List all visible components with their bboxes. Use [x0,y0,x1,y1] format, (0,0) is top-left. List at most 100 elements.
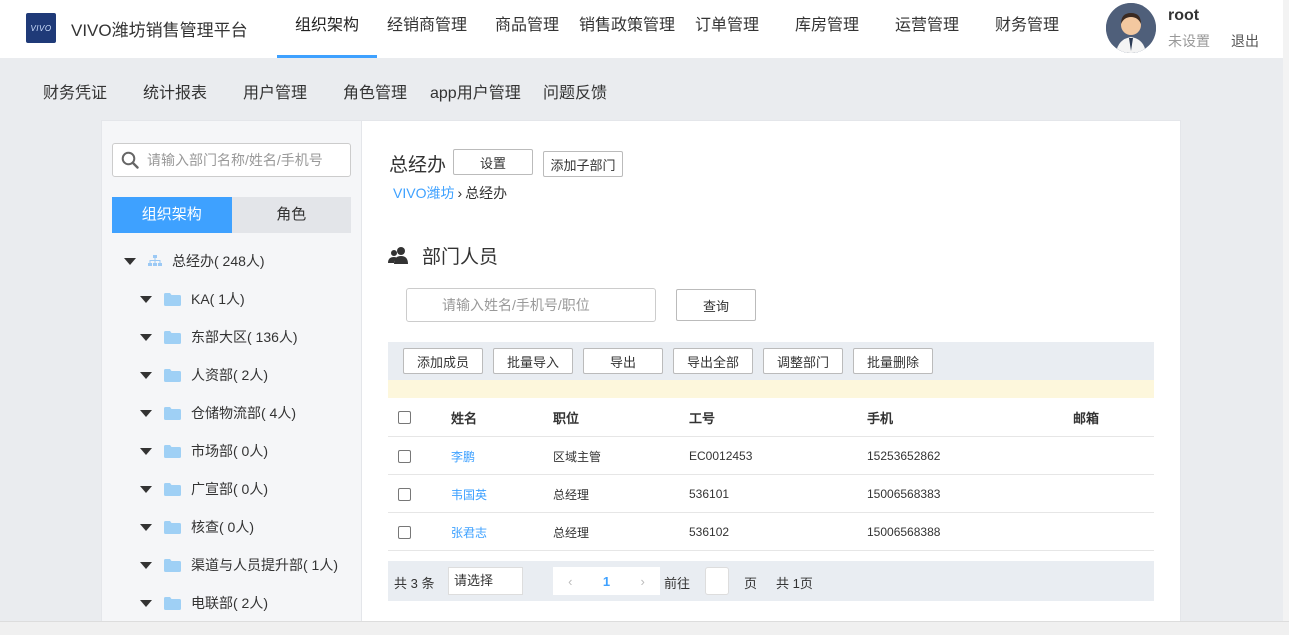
app-title: VIVO潍坊销售管理平台 [71,21,248,40]
org-chart-icon [148,255,162,266]
tree-node-label: 总经办( 248人) [172,253,265,269]
tree-node-label: 市场部( 0人) [191,443,268,459]
nav-finance[interactable]: 财务管理 [977,0,1077,58]
col-position: 职位 [553,411,580,426]
subnav-user[interactable]: 用户管理 [243,79,307,103]
logout-link[interactable]: 退出 [1231,31,1259,51]
app-logo[interactable]: VIVO [26,13,56,43]
caret-down-icon[interactable] [140,599,152,607]
tree-node-label: 人资部( 2人) [191,367,268,383]
subnav-feedback[interactable]: 问题反馈 [543,79,607,103]
dept-title: 总经办 [389,155,447,176]
add-member-button[interactable]: 添加成员 [403,348,483,374]
tree-node-label: 电联部( 2人) [191,595,268,611]
tree-node[interactable]: 电联部( 2人) [140,591,268,615]
col-phone: 手机 [867,411,894,426]
breadcrumb-root[interactable]: VIVO潍坊 [393,185,454,201]
row-name-cell: 李鹏 [451,437,475,475]
page-unit-label: 页 [744,576,758,591]
row-position: 区域主管 [553,449,602,464]
page-count: 共 1页 [776,576,813,591]
nav-dealer[interactable]: 经销商管理 [377,0,477,58]
goto-page-input[interactable] [705,567,729,595]
tab-role[interactable]: 角色 [232,197,352,233]
page-size-select[interactable]: 请选择 [448,567,523,595]
user-status: 未设置 [1168,33,1210,49]
sub-nav: 财务凭证 统计报表 用户管理 角色管理 app用户管理 问题反馈 [0,58,1289,120]
tree-node[interactable]: 人资部( 2人) [140,363,268,387]
horizontal-scrollbar[interactable] [0,621,1289,635]
nav-product[interactable]: 商品管理 [477,0,577,58]
member-name-link[interactable]: 张君志 [451,524,487,541]
tree-node[interactable]: 仓储物流部( 4人) [140,401,296,425]
breadcrumb-current: 总经办 [465,185,508,201]
vertical-scrollbar[interactable] [1283,0,1289,621]
notice-bar [388,380,1154,398]
export-all-button[interactable]: 导出全部 [673,348,753,374]
goto-label: 前往 [664,576,691,591]
prev-page-icon[interactable]: ‹ [568,574,572,589]
query-button[interactable]: 查询 [676,289,756,321]
row-checkbox[interactable] [398,525,411,539]
nav-operation[interactable]: 运营管理 [877,0,977,58]
subnav-app-user[interactable]: app用户管理 [430,79,521,103]
tree-node[interactable]: 市场部( 0人) [140,439,268,463]
add-sub-dept-button[interactable]: 添加子部门 [543,151,623,177]
row-phone: 15253652862 [867,449,941,463]
breadcrumb-separator: › [457,185,463,201]
caret-down-icon[interactable] [140,523,152,531]
member-search-input[interactable] [406,288,656,322]
select-all-checkbox[interactable] [398,411,411,424]
caret-down-icon[interactable] [140,561,152,569]
export-button[interactable]: 导出 [583,348,663,374]
avatar[interactable] [1106,3,1156,53]
batch-delete-button[interactable]: 批量删除 [853,348,933,374]
row-checkbox-cell [398,513,411,551]
table-row: 张君志 总经理 536102 15006568388 [388,513,1154,551]
nav-warehouse[interactable]: 库房管理 [777,0,877,58]
caret-down-icon[interactable] [140,485,152,493]
next-page-icon[interactable]: › [640,574,644,589]
caret-down-icon[interactable] [140,295,152,303]
tree-node-root[interactable]: 总经办( 248人) [124,249,265,273]
tree-node-label: 仓储物流部( 4人) [191,405,296,421]
caret-down-icon[interactable] [140,333,152,341]
dept-search-input[interactable] [147,144,347,176]
row-phone: 15006568383 [867,487,941,501]
member-name-link[interactable]: 韦国英 [451,486,487,503]
tree-node[interactable]: 渠道与人员提升部( 1人) [140,553,338,577]
tree-node[interactable]: 广宣部( 0人) [140,477,268,501]
page-number[interactable]: 1 [603,574,610,589]
subnav-role[interactable]: 角色管理 [343,79,407,103]
row-id: 536102 [689,525,730,539]
org-sidebar: 组织架构 角色 总经办( 248人) KA( 1人) 东部大区( 136人) [101,120,362,635]
member-name-link[interactable]: 李鹏 [451,448,475,465]
caret-down-icon[interactable] [124,257,136,265]
row-id: EC0012453 [689,449,753,463]
member-toolbar: 添加成员 批量导入 导出 导出全部 调整部门 批量删除 [388,342,1154,380]
caret-down-icon[interactable] [140,447,152,455]
tree-node[interactable]: KA( 1人) [140,287,245,311]
folder-icon [164,520,181,534]
caret-down-icon[interactable] [140,409,152,417]
tree-node-label: 东部大区( 136人) [191,329,298,345]
nav-org[interactable]: 组织架构 [277,0,377,58]
tree-node-label: 渠道与人员提升部( 1人) [191,557,338,573]
row-position: 总经理 [553,487,590,502]
caret-down-icon[interactable] [140,371,152,379]
adjust-dept-button[interactable]: 调整部门 [763,348,843,374]
table-header: 姓名 职位 工号 手机 邮箱 [388,398,1154,437]
tree-node[interactable]: 核查( 0人) [140,515,254,539]
subnav-voucher[interactable]: 财务凭证 [43,79,107,103]
batch-import-button[interactable]: 批量导入 [493,348,573,374]
nav-sales-policy[interactable]: 销售政策管理 [577,0,677,58]
row-checkbox[interactable] [398,449,411,463]
dept-settings-button[interactable]: 设置 [453,149,533,175]
nav-order[interactable]: 订单管理 [677,0,777,58]
subnav-report[interactable]: 统计报表 [143,79,207,103]
row-name-cell: 张君志 [451,513,487,551]
row-checkbox[interactable] [398,487,411,501]
tree-node[interactable]: 东部大区( 136人) [140,325,298,349]
tab-org[interactable]: 组织架构 [112,197,232,233]
folder-icon [164,330,181,344]
